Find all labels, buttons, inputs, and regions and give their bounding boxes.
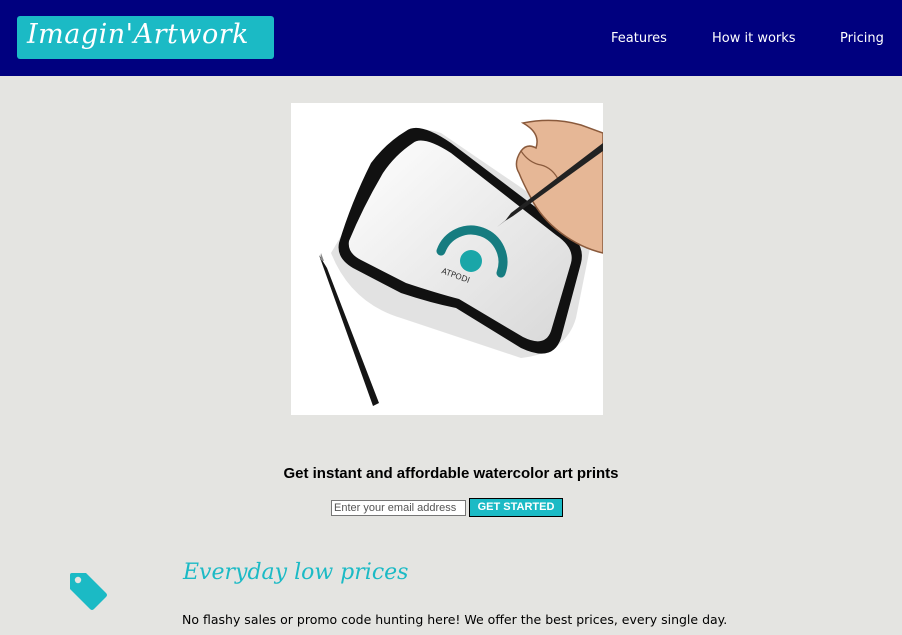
logo-text: Imagin'Artwork: [27, 19, 249, 50]
feature-description: No flashy sales or promo code hunting he…: [182, 612, 728, 627]
nav-link-pricing[interactable]: Pricing: [840, 31, 884, 46]
email-input[interactable]: [331, 500, 466, 516]
site-header: Imagin'Artwork Features How it works Pri…: [0, 0, 902, 76]
price-tag-icon: [68, 569, 110, 611]
logo[interactable]: Imagin'Artwork: [17, 16, 274, 59]
hero-tagline: Get instant and affordable watercolor ar…: [283, 465, 619, 482]
feature-title: Everyday low prices: [183, 560, 409, 585]
get-started-button[interactable]: GET STARTED: [469, 498, 563, 517]
hero-image: ATPODI: [291, 103, 603, 415]
hand-drawing-on-tablet-image: ATPODI: [291, 103, 603, 415]
nav-link-features[interactable]: Features: [611, 31, 667, 46]
nav-link-how-it-works[interactable]: How it works: [712, 31, 796, 46]
